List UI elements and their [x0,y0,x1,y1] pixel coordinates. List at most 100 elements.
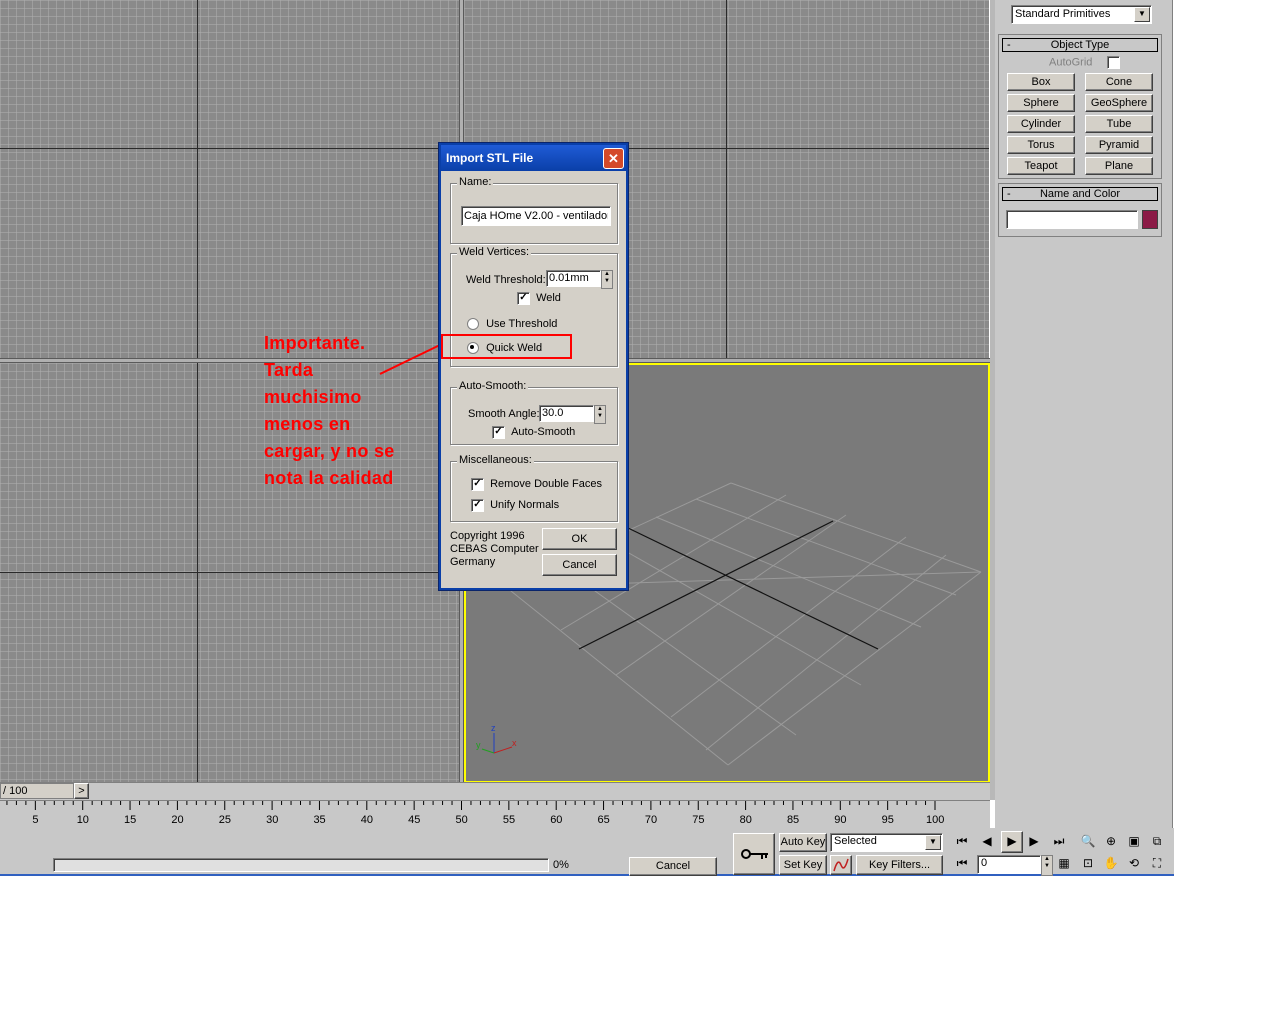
key-mode-toggle-icon[interactable]: ⏮ [952,853,972,873]
box-button[interactable]: Box [1007,73,1075,91]
goto-start-icon[interactable]: ⏮ [952,831,972,851]
progress-bar [53,858,549,872]
tick-label: 80 [739,814,752,826]
weld-label: Weld [536,292,561,305]
weld-threshold-input[interactable]: 0.01mm [546,270,601,287]
pyramid-button[interactable]: Pyramid [1085,136,1153,154]
cylinder-button[interactable]: Cylinder [1007,115,1075,133]
tick-label: 95 [881,814,894,826]
collapse-icon: - [1007,188,1011,200]
teapot-button[interactable]: Teapot [1007,157,1075,175]
zoom-extents-icon[interactable]: ▣ [1124,831,1144,851]
remove-double-faces-checkbox[interactable]: ✓ [471,478,484,491]
import-stl-dialog: Import STL File ✕ Name: Weld Vertices: W… [438,142,629,591]
geosphere-button[interactable]: GeoSphere [1085,94,1153,112]
category-dropdown[interactable]: Standard Primitives ▼ [1011,5,1152,24]
sphere-button[interactable]: Sphere [1007,94,1075,112]
tick-label: 55 [502,814,516,826]
status-cancel-button[interactable]: Cancel [629,857,717,876]
key-filters-button[interactable]: Key Filters... [856,855,943,875]
cone-button[interactable]: Cone [1085,73,1153,91]
use-threshold-radio-row[interactable]: Use Threshold [467,318,557,331]
smooth-angle-input[interactable]: 30.0 [539,405,594,422]
maximize-viewport-icon[interactable]: ⛶ [1147,853,1167,873]
torus-button[interactable]: Torus [1007,136,1075,154]
next-frame-button[interactable]: > [74,783,89,799]
pan-icon[interactable]: ✋ [1101,853,1121,873]
zoom-extents-all-icon[interactable]: ⧉ [1147,831,1167,851]
tick-label: 100 [926,814,945,826]
weld-threshold-value: 0.01mm [549,272,589,284]
dialog-title: Import STL File [446,151,534,165]
autogrid-checkbox[interactable] [1107,56,1121,69]
play-icon[interactable]: ▶ [1001,831,1023,853]
unify-normals-checkbox[interactable]: ✓ [471,499,484,512]
key-set-dropdown[interactable]: Selected ▼ [830,833,943,852]
tick-label: 25 [218,814,231,826]
tick-label: 70 [644,814,658,826]
chevron-down-icon[interactable]: ▼ [1134,7,1150,22]
smooth-angle-label: Smooth Angle: [468,408,540,420]
annotation-line: nota la calidad [264,468,394,488]
axis-y-label: y [476,740,481,750]
rollout-name-color-header[interactable]: - Name and Color [1002,187,1158,201]
tick-label: 90 [834,814,847,826]
frame-spinner[interactable]: ▲ ▼ [1041,855,1053,876]
autosmooth-checkbox[interactable]: ✓ [492,426,505,439]
object-color-swatch[interactable] [1142,210,1158,229]
dialog-titlebar[interactable]: Import STL File [441,145,626,171]
current-frame-input[interactable]: 0 [977,855,1041,874]
tick-label: 10 [76,814,89,826]
annotation-highlight-box [441,334,572,359]
default-tangents-button[interactable] [830,855,852,875]
weld-threshold-spinner[interactable]: ▲ ▼ [601,270,613,289]
time-slider-thumb[interactable]: / 100 [0,783,74,799]
plane-button[interactable]: Plane [1085,157,1153,175]
annotation-line: muchisimo [264,387,362,407]
autogrid-label: AutoGrid [1049,56,1093,69]
arc-rotate-icon[interactable]: ⟲ [1124,853,1144,873]
use-threshold-radio[interactable] [467,318,479,331]
prev-frame-icon[interactable]: ◀ [977,831,997,851]
zoom-all-icon[interactable]: ⊕ [1101,831,1121,851]
key-set-value: Selected [834,835,877,847]
set-key-button[interactable]: Set Key [779,855,827,875]
auto-key-button[interactable]: Auto Key [779,833,827,852]
key-mode-button[interactable] [733,833,775,875]
tick-label: 40 [360,814,374,826]
tick-label: 35 [313,814,326,826]
tube-button[interactable]: Tube [1085,115,1153,133]
viewport-top[interactable] [0,0,459,358]
tick-label: 15 [124,814,137,826]
tangent-icon [833,858,849,872]
next-frame-icon[interactable]: ▶ [1024,831,1044,851]
object-name-input[interactable] [1006,210,1138,229]
goto-end-icon[interactable]: ⏭ [1049,831,1069,851]
cancel-button[interactable]: Cancel [542,554,617,576]
misc-group-label: Miscellaneous: [457,454,534,466]
region-zoom-icon[interactable]: ⊡ [1078,853,1098,873]
axis-tripod: z x y [474,723,520,763]
trackbar-ticks [6,801,936,810]
smooth-angle-spinner[interactable]: ▲ ▼ [594,405,606,424]
copyright-text: Copyright 1996 CEBAS Computer Germany [450,530,539,568]
remove-double-faces-row[interactable]: ✓ Remove Double Faces [471,478,602,491]
tick-label: 65 [597,814,610,826]
autosmooth-checkbox-row[interactable]: ✓ Auto-Smooth [492,426,575,439]
time-config-icon[interactable]: ▦ [1054,853,1074,873]
chevron-down-icon[interactable]: ▼ [925,835,941,850]
ok-button[interactable]: OK [542,528,617,550]
zoom-icon[interactable]: 🔍 [1078,831,1098,851]
tick-label: 30 [266,814,279,826]
weld-checkbox[interactable]: ✓ [517,292,530,305]
rollout-object-type-header[interactable]: - Object Type [1002,38,1158,52]
weld-checkbox-row[interactable]: ✓ Weld [517,292,561,305]
weld-threshold-label: Weld Threshold: [466,274,546,286]
remove-double-faces-label: Remove Double Faces [490,478,602,491]
smooth-angle-value: 30.0 [542,407,564,419]
unify-normals-row[interactable]: ✓ Unify Normals [471,499,559,512]
command-panel: Standard Primitives ▼ - Object Type Auto… [995,0,1173,828]
dialog-close-button[interactable]: ✕ [603,148,624,169]
autogrid-option[interactable]: AutoGrid [1049,56,1121,69]
stl-name-input[interactable] [461,206,611,226]
